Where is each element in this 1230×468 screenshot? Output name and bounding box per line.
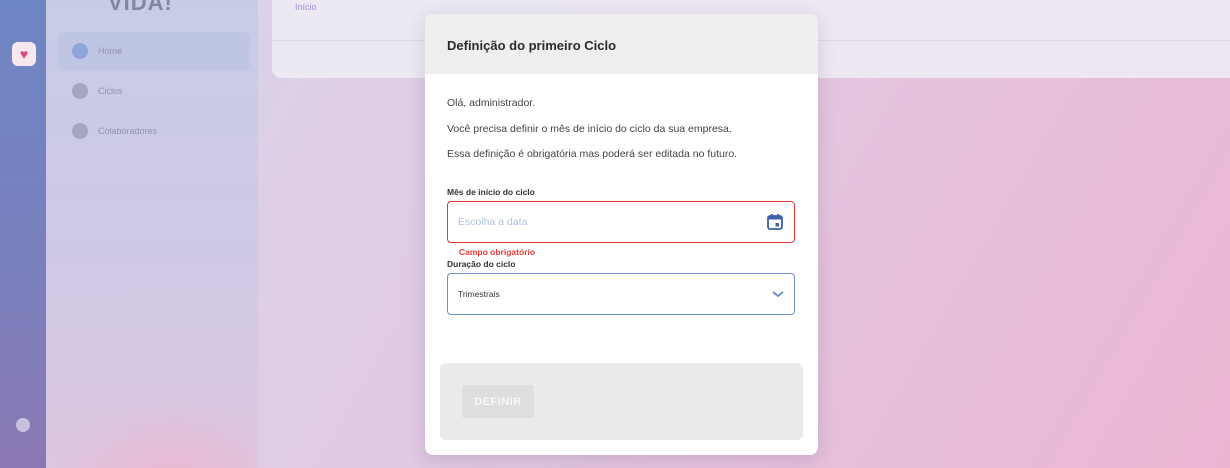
duration-label: Duração do ciclo	[447, 258, 516, 269]
greeting-text: Olá, administrador.	[447, 97, 536, 109]
sidebar-item-label: Colaboradores	[98, 126, 158, 136]
sidebar-item-label: Home	[98, 46, 123, 56]
settings-icon[interactable]	[16, 418, 30, 432]
duration-select[interactable]: Trimestrais	[447, 272, 795, 315]
define-button[interactable]: DEFINIR	[462, 385, 534, 418]
home-icon	[72, 43, 88, 59]
start-month-input[interactable]: Escolha a data	[447, 200, 795, 243]
sidebar-item-home[interactable]: Home	[58, 32, 250, 70]
chevron-down-icon[interactable]	[772, 290, 784, 298]
note-text: Essa definição é obrigatória mas poderá …	[447, 148, 738, 160]
calendar-icon[interactable]	[766, 213, 784, 231]
duration-selected-value: Trimestrais	[458, 288, 500, 299]
sidebar-item-colaboradores[interactable]: Colaboradores	[58, 112, 250, 150]
modal-header: Definição do primeiro Ciclo	[425, 14, 818, 74]
start-month-label: Mês de início do ciclo	[447, 186, 535, 197]
modal-body: Olá, administrador. Você precisa definir…	[425, 74, 818, 315]
sidebar-item-ciclos[interactable]: Ciclos	[58, 72, 250, 110]
modal-footer: DEFINIR	[440, 363, 803, 440]
breadcrumb-link[interactable]: Início	[295, 2, 317, 12]
modal-title: Definição do primeiro Ciclo	[447, 38, 617, 53]
decorative-wave	[46, 398, 258, 468]
app-logo-icon[interactable]: ♥	[12, 42, 36, 66]
users-icon	[72, 123, 88, 139]
start-month-error: Campo obrigatório	[459, 246, 536, 257]
brand-logo: VIDA!	[108, 0, 173, 15]
cycle-icon	[72, 83, 88, 99]
icon-rail: ♥	[0, 0, 46, 468]
sidebar-item-label: Ciclos	[98, 86, 123, 96]
cycle-definition-modal: Definição do primeiro Ciclo Olá, adminis…	[425, 14, 818, 455]
instruction-text: Você precisa definir o mês de início do …	[447, 122, 732, 135]
start-month-placeholder: Escolha a data	[458, 215, 528, 228]
